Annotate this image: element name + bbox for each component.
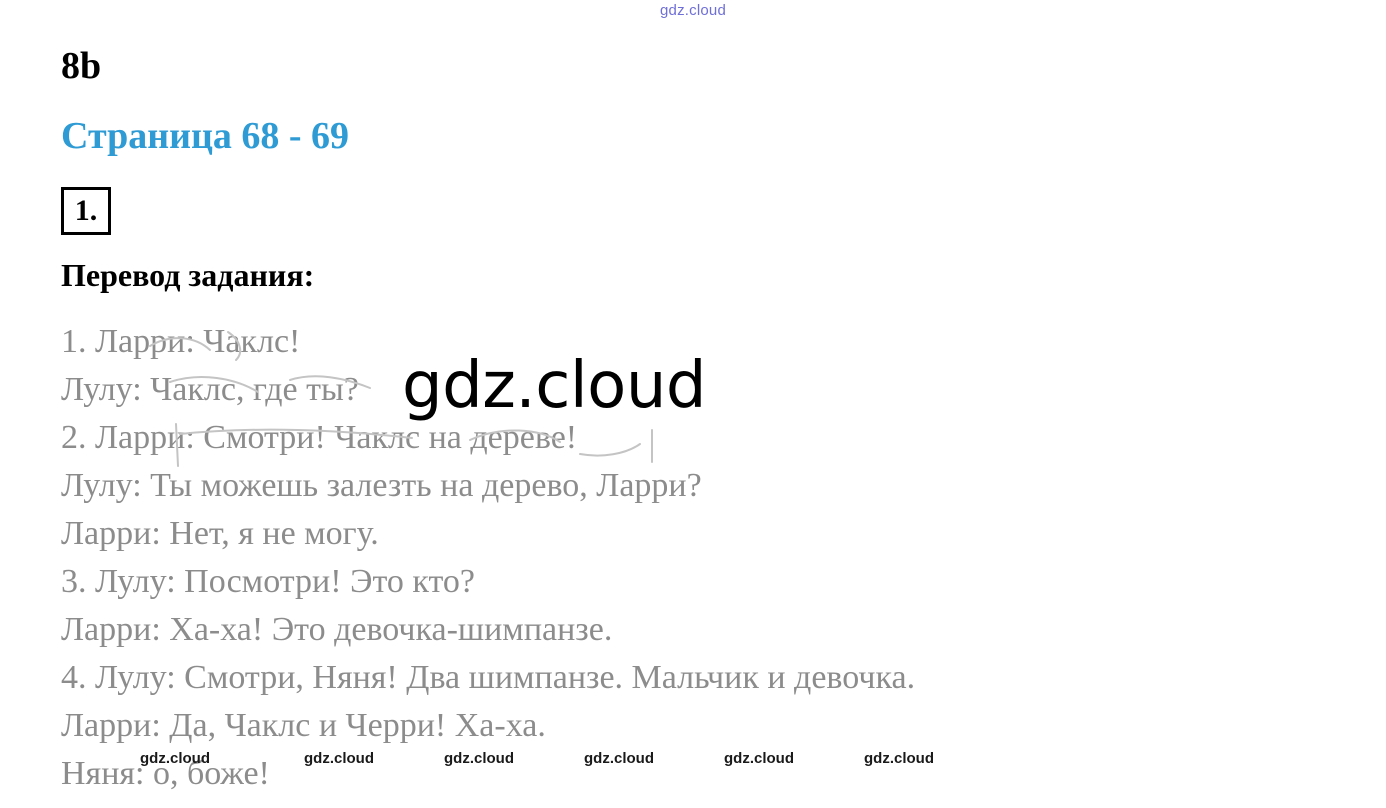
translation-line: Ларри: Да, Чаклс и Черри! Ха-ха. <box>61 707 546 744</box>
watermark-bottom-row: gdz.cloud gdz.cloud gdz.cloud gdz.cloud … <box>0 750 1386 770</box>
watermark-top: gdz.cloud <box>659 2 726 19</box>
watermark-bottom: gdz.cloud <box>724 750 794 767</box>
watermark-bottom: gdz.cloud <box>140 750 210 767</box>
watermark-bottom: gdz.cloud <box>304 750 374 767</box>
exercise-number-box: 1. <box>61 187 111 235</box>
section-code: 8b <box>61 45 102 87</box>
watermark-bottom: gdz.cloud <box>444 750 514 767</box>
watermark-bottom: gdz.cloud <box>584 750 654 767</box>
translation-line: 3. Лулу: Посмотри! Это кто? <box>61 563 475 600</box>
translation-line: Лулу: Ты можешь залезть на дерево, Ларри… <box>61 467 702 504</box>
watermark-bottom: gdz.cloud <box>864 750 934 767</box>
translation-line: Ларри: Нет, я не могу. <box>61 515 379 552</box>
translation-line: 4. Лулу: Смотри, Няня! Два шимпанзе. Мал… <box>61 659 916 696</box>
watermark-center: gdz.cloud <box>402 349 707 423</box>
task-translation-heading: Перевод задания: <box>61 257 315 293</box>
page-heading: Страница 68 - 69 <box>61 115 350 157</box>
translation-line: Ларри: Ха-ха! Это девочка-шимпанзе. <box>61 611 613 648</box>
